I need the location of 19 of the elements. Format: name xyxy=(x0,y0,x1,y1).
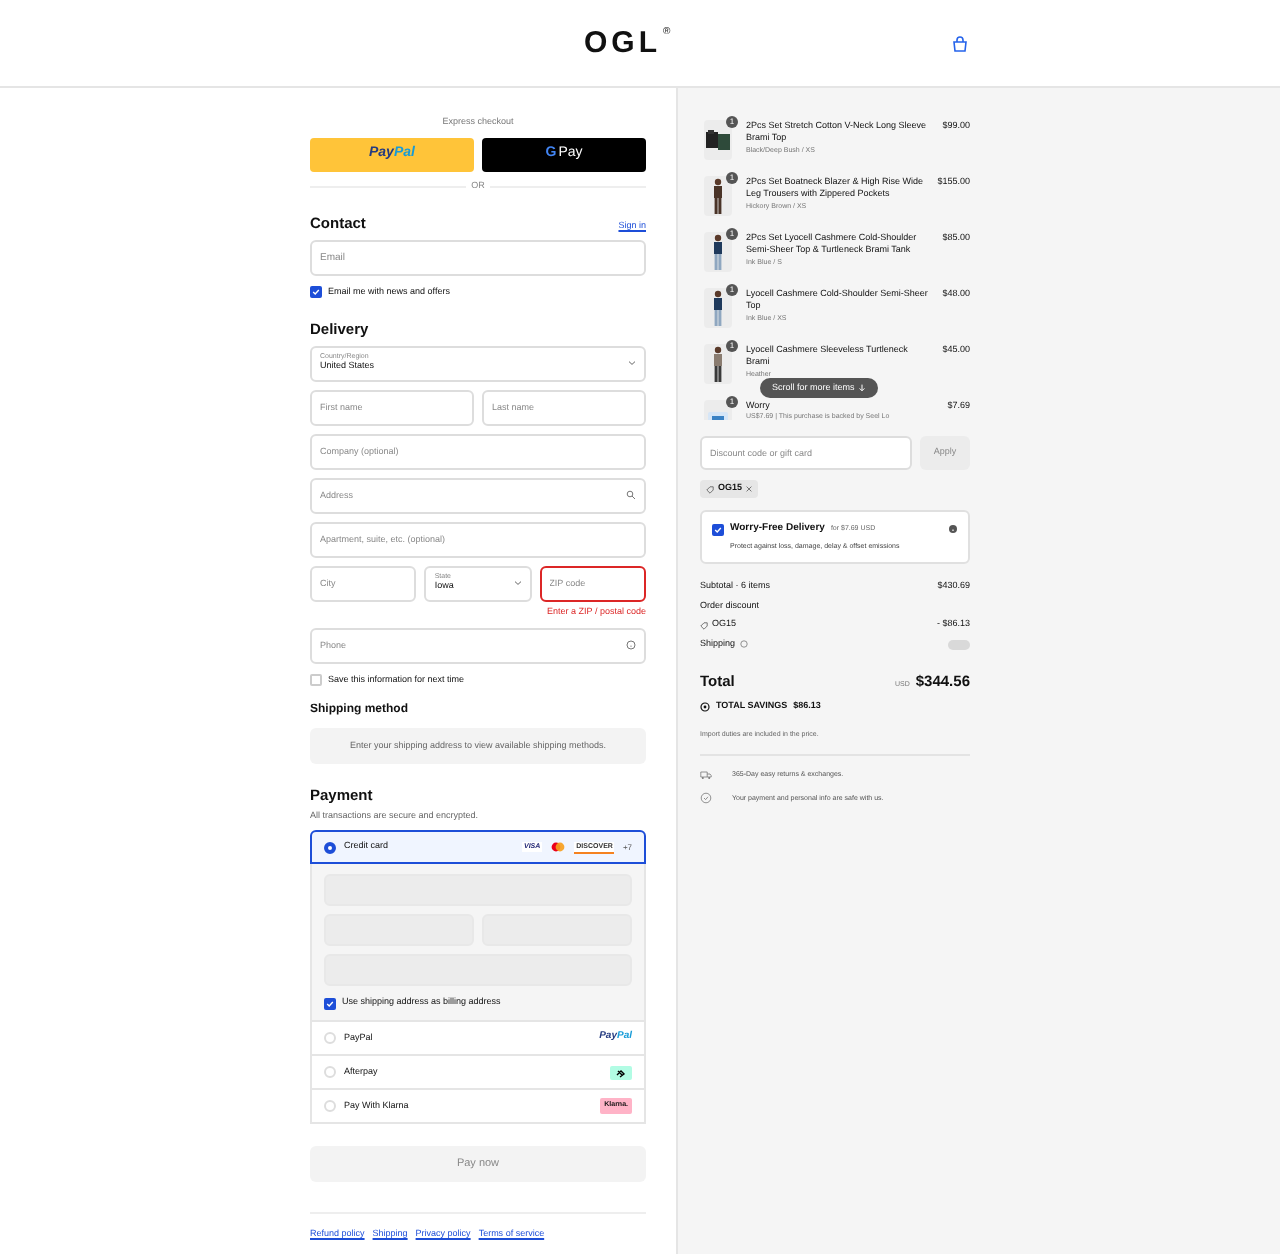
tag-icon xyxy=(700,621,708,630)
help-icon xyxy=(948,524,958,535)
checkbox[interactable] xyxy=(310,673,322,686)
afterpay-icon xyxy=(610,1065,632,1079)
truck-icon xyxy=(700,770,712,781)
tag-icon xyxy=(706,485,714,493)
chevron-down-icon xyxy=(628,360,636,367)
overlapping-circles-icon xyxy=(550,842,567,853)
logo[interactable]: OGL xyxy=(584,28,661,58)
search-icon xyxy=(626,490,636,501)
close-icon[interactable] xyxy=(746,486,753,492)
arrow-down-icon xyxy=(858,384,867,392)
help-icon xyxy=(739,640,748,649)
bag-icon[interactable] xyxy=(952,36,968,52)
help-icon xyxy=(626,640,636,650)
savings-icon xyxy=(700,701,710,712)
chevron-down-icon xyxy=(513,580,522,587)
loading-placeholder xyxy=(948,639,970,650)
shield-icon xyxy=(700,792,712,805)
